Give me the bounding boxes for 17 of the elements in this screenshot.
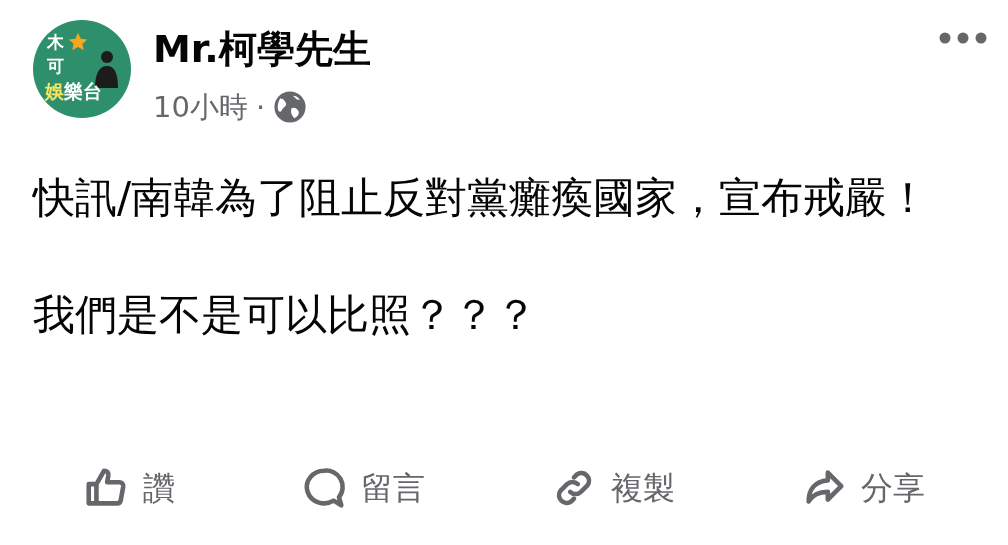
avatar-text: 可: [47, 58, 64, 75]
action-button[interactable]: 分享: [791, 460, 935, 516]
post-time[interactable]: 10小時: [153, 92, 248, 122]
globe-icon: [273, 90, 308, 124]
author-name[interactable]: Mr.柯學先生: [153, 26, 371, 72]
separator: ·: [255, 92, 266, 122]
action-button[interactable]: 讚: [73, 460, 185, 516]
avatar-text: 木: [47, 34, 64, 51]
avatar-text: 娛: [45, 82, 64, 101]
post-text: 我們是不是可以比照？？？: [33, 289, 538, 341]
star-icon: [67, 31, 89, 53]
action-button[interactable]: 複製: [541, 460, 685, 516]
avatar[interactable]: 木 可 娛樂台: [33, 20, 131, 118]
more-options-icon[interactable]: [938, 31, 988, 45]
action-button[interactable]: 留言: [291, 460, 435, 516]
avatar-text: 樂台: [64, 82, 102, 101]
post-text: 快訊/南韓為了阻止反對黨癱瘓國家，宣布戒嚴！: [33, 172, 931, 224]
